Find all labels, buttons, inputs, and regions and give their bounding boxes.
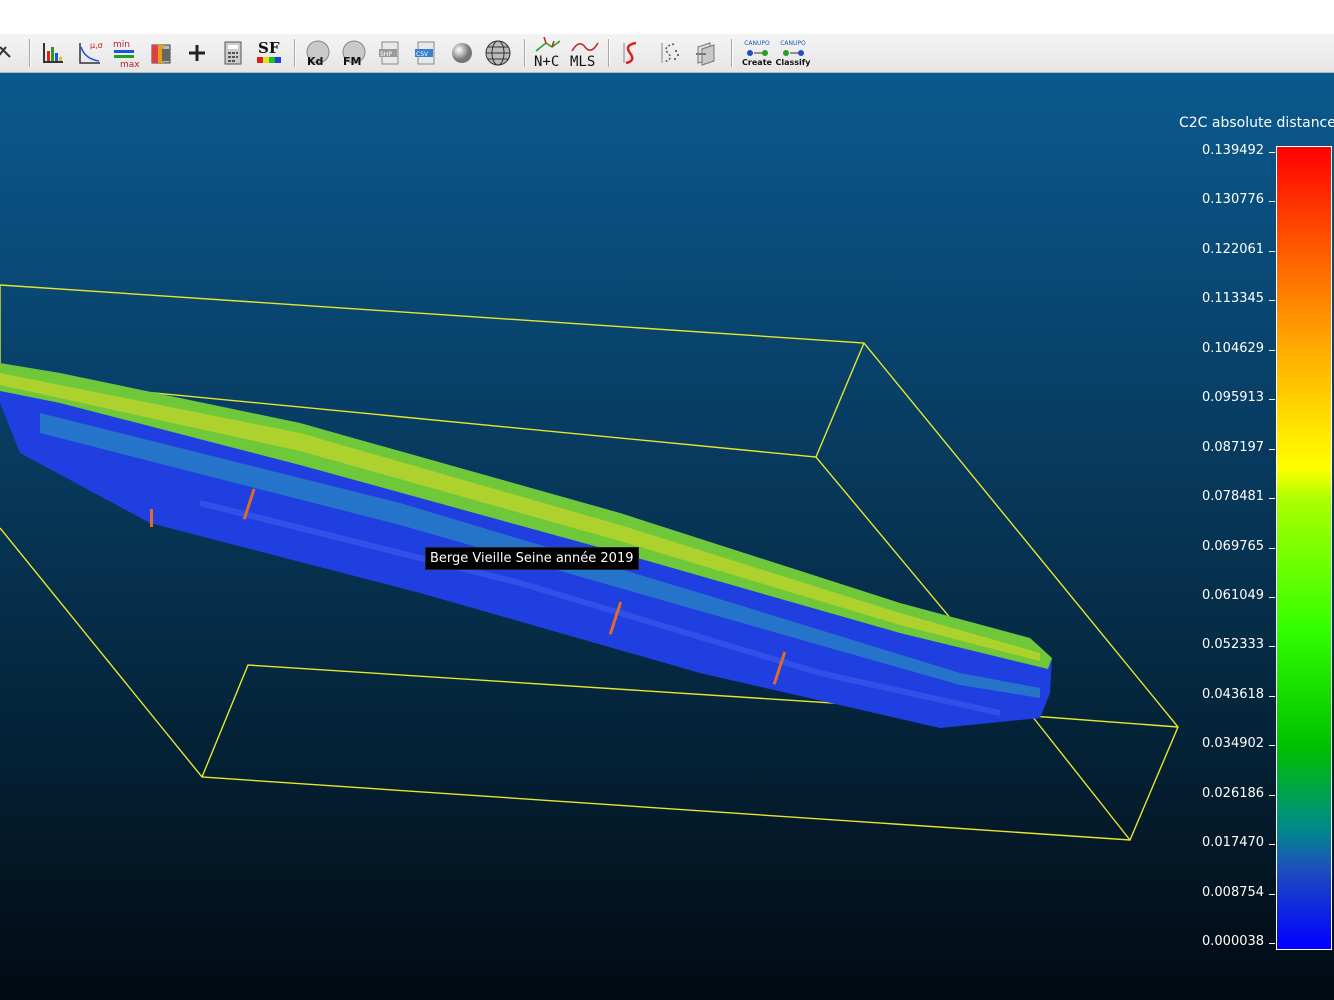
svg-text:Kd: Kd <box>307 55 323 68</box>
normals-icon[interactable]: N+C <box>532 37 564 69</box>
color-scale-title: C2C absolute distances <box>1179 115 1334 131</box>
globe-icon[interactable] <box>482 37 514 69</box>
calculator-icon[interactable] <box>217 37 249 69</box>
histogram-icon[interactable] <box>37 37 69 69</box>
svg-text:max: max <box>120 60 140 68</box>
scale-tick-mark <box>1269 893 1275 895</box>
scale-tick-mark <box>1269 695 1275 697</box>
scale-tick-mark <box>1269 300 1275 302</box>
scale-tick-label: 0.069765 <box>1202 538 1265 554</box>
canupo-create-label: Create <box>742 57 772 67</box>
scale-tick-label: 0.034902 <box>1202 736 1265 752</box>
scale-tick-mark <box>1269 349 1275 351</box>
scale-tick-mark <box>1269 596 1275 598</box>
svg-text:μ,σ: μ,σ <box>90 41 103 50</box>
svg-text:SHP: SHP <box>380 51 392 58</box>
sf-color-icon[interactable]: SF <box>253 37 285 69</box>
scale-tick-mark <box>1269 498 1275 500</box>
stack-icon[interactable] <box>690 37 722 69</box>
svg-text:SF: SF <box>258 39 280 57</box>
scale-tick-label: 0.052333 <box>1202 637 1265 653</box>
scale-tick-mark <box>1269 547 1275 549</box>
toolbar-separator <box>294 39 296 67</box>
main-toolbar: μ,σ min max SF Kd FM SHP CSV N+C MLS CAN… <box>0 34 1334 73</box>
scale-tick-mark <box>1269 844 1275 846</box>
canupo-classify-label: Classify <box>775 57 811 67</box>
point-cloud <box>0 363 1052 728</box>
svg-text:CSV: CSV <box>416 51 429 58</box>
toolbar-separator <box>731 39 733 67</box>
toolbar-separator <box>29 39 31 67</box>
min-max-icon[interactable]: min max <box>109 37 141 69</box>
scale-tick-mark <box>1269 646 1275 648</box>
scale-tick-label: 0.000038 <box>1202 934 1265 949</box>
svg-text:FM: FM <box>343 55 361 68</box>
scale-tick-label: 0.122061 <box>1202 241 1265 257</box>
canupo-classify-top-label: CANUPO <box>780 39 806 47</box>
scale-tick-label: 0.095913 <box>1202 390 1265 406</box>
scale-tick-mark <box>1269 201 1275 203</box>
scale-tick-label: 0.130776 <box>1202 192 1265 208</box>
object-label: Berge Vieille Seine année 2019 <box>425 547 639 570</box>
svg-text:min: min <box>113 40 130 50</box>
scale-tick-mark <box>1269 152 1275 153</box>
toolbar-separator <box>608 39 610 67</box>
scale-tick-label: 0.017470 <box>1202 835 1265 851</box>
mls-icon[interactable]: MLS <box>569 37 601 69</box>
tool-icon[interactable] <box>0 37 20 69</box>
scale-tick-label: 0.087197 <box>1202 439 1265 455</box>
scale-tick-mark <box>1269 745 1275 747</box>
scale-tick-label: 0.061049 <box>1202 587 1265 603</box>
scale-tick-mark <box>1269 448 1275 450</box>
canupo-create-icon[interactable]: CANUPO Create <box>740 37 774 69</box>
svg-text:MLS: MLS <box>570 54 595 69</box>
scale-tick-mark <box>1269 794 1275 796</box>
window-top-strip <box>0 0 1334 34</box>
scale-tick-label: 0.008754 <box>1202 884 1265 900</box>
add-icon[interactable] <box>181 37 213 69</box>
color-scale-bar <box>1276 146 1332 950</box>
scatter-icon[interactable] <box>654 37 686 69</box>
sf-delete-icon[interactable] <box>145 37 177 69</box>
scale-tick-label: 0.043618 <box>1202 686 1265 702</box>
canupo-classify-icon[interactable]: CANUPO Classify <box>775 37 811 69</box>
shp-icon[interactable]: SHP <box>374 37 406 69</box>
kd-icon[interactable]: Kd <box>301 37 333 69</box>
scale-tick-label: 0.104629 <box>1202 340 1265 356</box>
scale-tick-label: 0.078481 <box>1202 489 1265 505</box>
scale-tick-label: 0.026186 <box>1202 785 1265 801</box>
toolbar-separator <box>524 39 526 67</box>
red-line-icon[interactable] <box>615 37 647 69</box>
csv-icon[interactable]: CSV <box>410 37 442 69</box>
svg-text:N+C: N+C <box>534 54 559 69</box>
scale-tick-mark <box>1269 943 1275 944</box>
scale-tick-label: 0.113345 <box>1202 291 1265 307</box>
fm-icon[interactable]: FM <box>337 37 369 69</box>
scale-tick-label: 0.139492 <box>1202 143 1265 158</box>
scale-tick-mark <box>1269 250 1275 252</box>
point-cloud-scene[interactable] <box>0 73 1334 1000</box>
3d-viewport[interactable]: Berge Vieille Seine année 2019 C2C absol… <box>0 73 1334 1000</box>
stats-fit-icon[interactable]: μ,σ <box>73 37 105 69</box>
canupo-create-top-label: CANUPO <box>744 39 770 47</box>
sphere-icon[interactable] <box>446 37 478 69</box>
scale-tick-mark <box>1269 399 1275 401</box>
